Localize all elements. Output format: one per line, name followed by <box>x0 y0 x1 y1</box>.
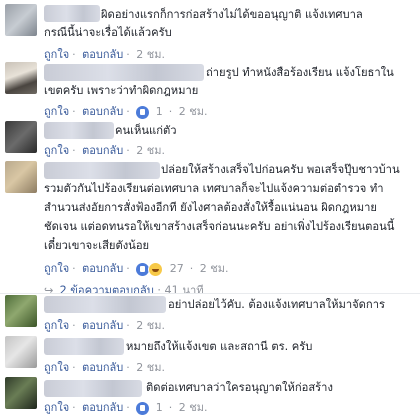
separator: · <box>168 105 173 118</box>
reply-link[interactable]: ตอบกลับ <box>82 361 123 374</box>
separator: · <box>168 401 173 414</box>
comment-text-line: ปล่อยให้สร้างเสร็จไปก่อนครับ พอเสร็จปุ๊บ… <box>161 163 400 176</box>
comment-time[interactable]: 2 ชม. <box>136 361 165 374</box>
comment-text-line: เดี๋ยวเขาจะเสียตังน้อย <box>44 239 150 252</box>
avatar[interactable] <box>5 121 37 153</box>
like-link[interactable]: ถูกใจ <box>44 262 69 275</box>
separator: · <box>72 319 76 332</box>
comment-text-line: สำนวนส่งอัยการสั่งฟ้องอีกที ยังไงศาลต้อง… <box>44 201 377 214</box>
commenter-name-blurred[interactable] <box>44 380 142 397</box>
comment-time[interactable]: 2 ชม. <box>179 401 208 414</box>
separator: · <box>126 361 130 374</box>
separator: · <box>189 262 194 275</box>
comment-text-line: รวมตัวกันไปร้องเรียนต่อเทศบาล เทศบาลก็จะ… <box>44 182 384 195</box>
comment-time[interactable]: 2 ชม. <box>136 144 165 157</box>
separator: · <box>126 48 130 61</box>
comment-time[interactable]: 2 ชม. <box>200 262 229 275</box>
commenter-name-blurred[interactable] <box>44 122 114 139</box>
comment-actions: ถูกใจ · ตอบกลับ · 27 · 2 ชม. <box>44 259 231 277</box>
comment-text-line: ติดต่อเทศบาลว่าใครอนุญาตให้ก่อสร้าง <box>146 381 333 394</box>
like-link[interactable]: ถูกใจ <box>44 144 69 157</box>
comment-text-line: หมายถึงให้แจ้งเขต และสถานี ตร. ครับ <box>126 340 313 353</box>
avatar[interactable] <box>5 336 37 368</box>
avatar[interactable] <box>5 4 37 36</box>
comment-time[interactable]: 2 ชม. <box>179 105 208 118</box>
reply-link[interactable]: ตอบกลับ <box>82 319 123 332</box>
comment-actions: ถูกใจ · ตอบกลับ · 2 ชม. <box>44 141 168 159</box>
separator: · <box>126 262 130 275</box>
comment-text-line: เขตครับ เพราะว่าทำผิดกฎหมาย <box>44 84 199 97</box>
comment-text-line: กรณีนี้น่าจะเรื่อได้แล้วครับ <box>44 26 172 39</box>
separator: · <box>72 262 76 275</box>
comment-text-line: ชัดเจน แต่อดทนรอให้เขาสร้างเสร็จก่อนนะคร… <box>44 220 395 233</box>
commenter-name-blurred[interactable] <box>44 296 166 313</box>
comment-actions: ถูกใจ · ตอบกลับ · 2 ชม. <box>44 316 168 334</box>
separator: · <box>72 361 76 374</box>
reply-link[interactable]: ตอบกลับ <box>82 48 123 61</box>
comment-actions: ถูกใจ · ตอบกลับ · 2 ชม. <box>44 45 168 63</box>
reaction-summary[interactable]: 1 <box>136 105 166 119</box>
comment-time[interactable]: 2 ชม. <box>136 319 165 332</box>
reply-link[interactable]: ตอบกลับ <box>82 144 123 157</box>
separator: · <box>72 48 76 61</box>
avatar[interactable] <box>5 377 37 409</box>
avatar[interactable] <box>5 62 37 94</box>
comment-text-line: อย่าปล่อยไว้คับ. ต้องแจ้งเทศบาลให้มาจัดก… <box>168 298 385 311</box>
like-link[interactable]: ถูกใจ <box>44 48 69 61</box>
reaction-count: 1 <box>155 105 163 119</box>
reaction-summary[interactable]: 27 <box>136 261 187 277</box>
reaction-count: 27 <box>169 262 184 275</box>
reply-link[interactable]: ตอบกลับ <box>82 401 123 414</box>
commenter-name-blurred[interactable] <box>44 162 160 179</box>
separator: · <box>72 105 76 118</box>
like-reaction-icon <box>136 105 150 119</box>
separator: · <box>126 144 130 157</box>
reaction-summary[interactable]: 1 <box>136 401 166 415</box>
commenter-name-blurred[interactable] <box>44 5 100 22</box>
comment-text-line: คนเห็นแก่ตัว <box>115 124 177 137</box>
avatar[interactable] <box>5 295 37 327</box>
separator: · <box>126 105 130 118</box>
comment-text-line: ถ่ายรูป ทำหนังสือร้องเรียน แจ้งโยธาใน <box>206 66 394 79</box>
comment-actions: ถูกใจ · ตอบกลับ · 2 ชม. <box>44 358 168 376</box>
reply-link[interactable]: ตอบกลับ <box>82 105 123 118</box>
like-link[interactable]: ถูกใจ <box>44 401 69 414</box>
comment-text-line: ผิดอย่างแรกก็การก่อสร้างไม่ได้ขออนุญาติ … <box>101 8 363 21</box>
separator: · <box>126 319 130 332</box>
separator: · <box>126 401 130 414</box>
reaction-count: 1 <box>155 401 163 415</box>
comment-time[interactable]: 2 ชม. <box>136 48 165 61</box>
like-link[interactable]: ถูกใจ <box>44 319 69 332</box>
avatar[interactable] <box>5 161 37 193</box>
like-reaction-icon <box>136 401 150 415</box>
separator: · <box>72 401 76 414</box>
separator: · <box>72 144 76 157</box>
commenter-name-blurred[interactable] <box>44 338 124 355</box>
commenter-name-blurred[interactable] <box>44 64 204 81</box>
replies-divider <box>0 293 420 294</box>
comment-actions: ถูกใจ · ตอบกลับ · 1 · 2 ชม. <box>44 102 210 120</box>
haha-reaction-icon <box>148 261 164 277</box>
like-link[interactable]: ถูกใจ <box>44 105 69 118</box>
comment-actions: ถูกใจ · ตอบกลับ · 1 · 2 ชม. <box>44 398 210 416</box>
like-link[interactable]: ถูกใจ <box>44 361 69 374</box>
reply-link[interactable]: ตอบกลับ <box>82 262 123 275</box>
